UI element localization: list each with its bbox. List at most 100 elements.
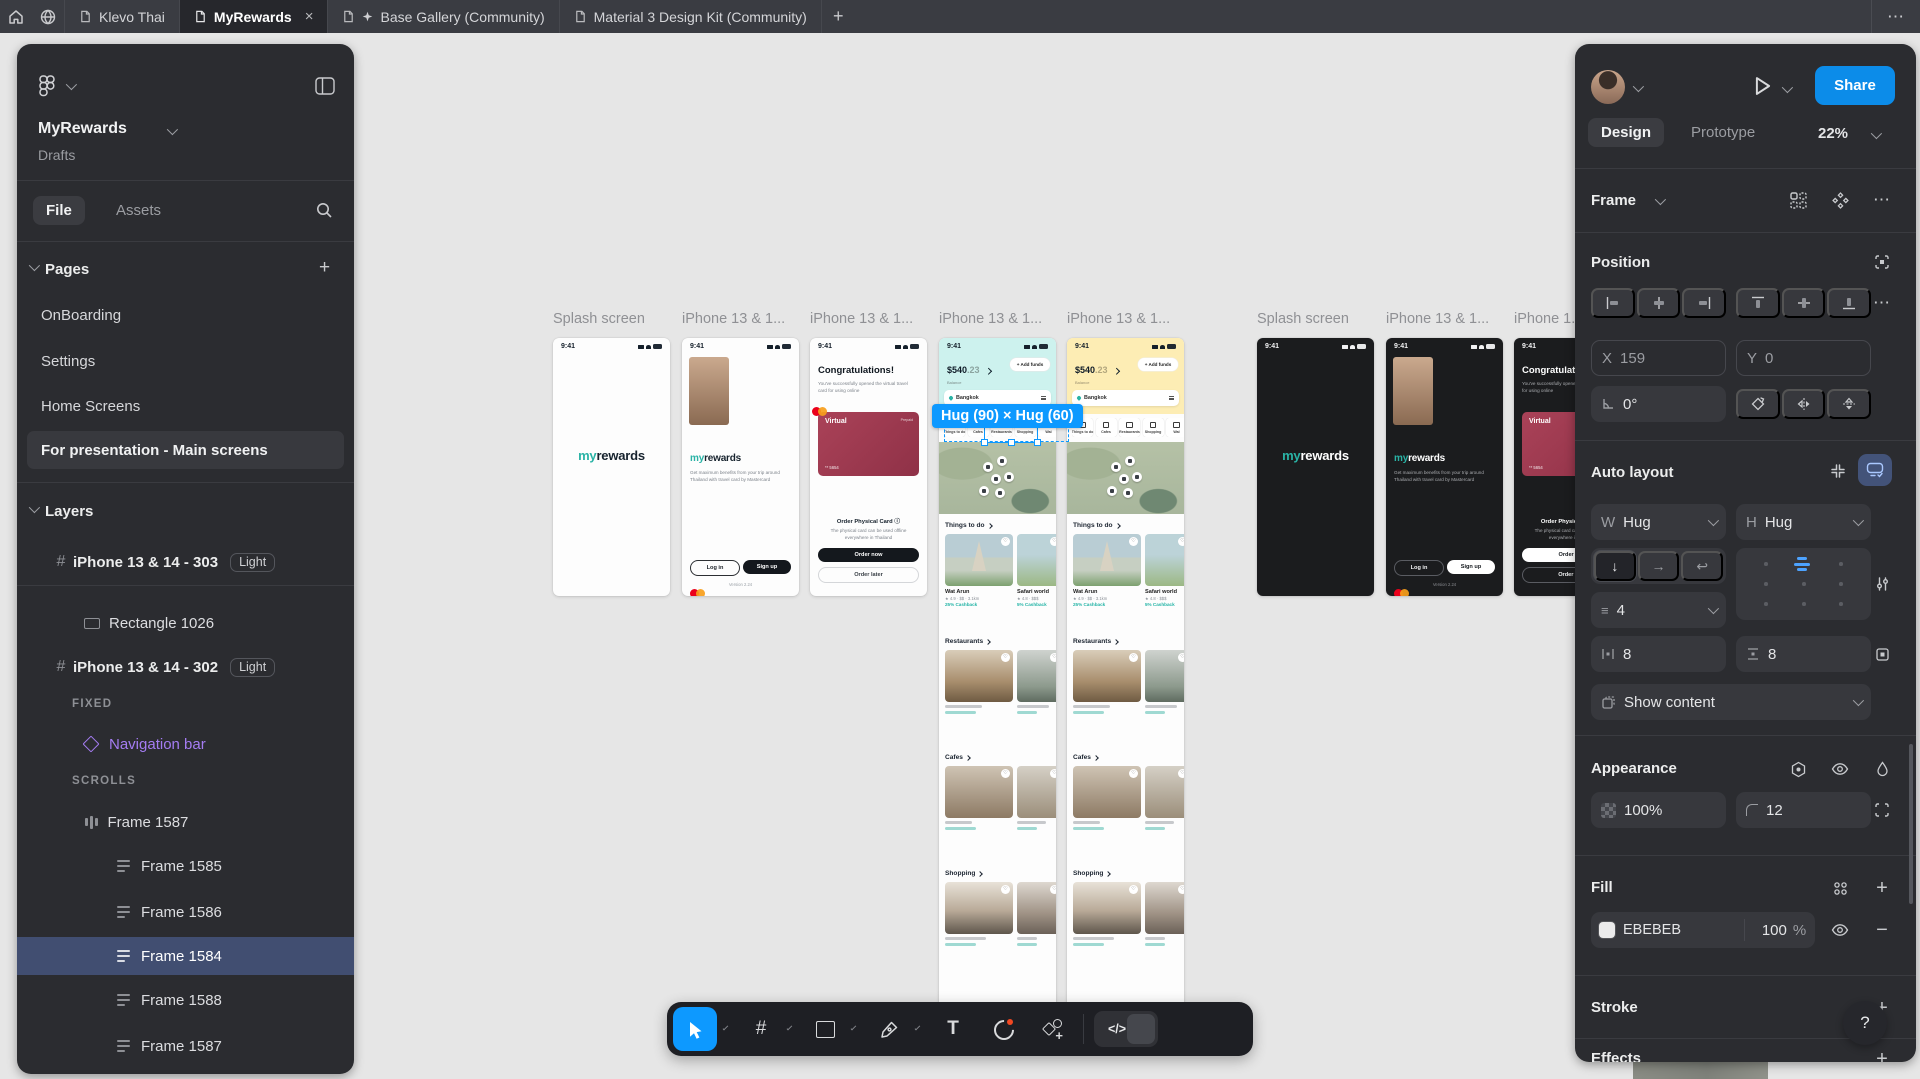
mode-badge[interactable]: Light [230, 553, 275, 572]
visibility-icon[interactable] [1825, 754, 1855, 784]
chip-shopping[interactable]: Shopping [1143, 418, 1164, 437]
flip-vertical-icon[interactable] [1827, 389, 1871, 419]
auto-layout-toggle[interactable] [1858, 454, 1892, 486]
page-item-home-screens[interactable]: Home Screens [17, 387, 354, 425]
selection-handle[interactable] [1008, 439, 1015, 446]
poi-card[interactable]: ♡ [1017, 882, 1056, 946]
chevron-down-icon[interactable] [29, 260, 40, 271]
favorite-icon[interactable]: ♡ [1050, 653, 1056, 662]
poi-card[interactable]: ♡ [1073, 882, 1141, 946]
poi-card[interactable]: ♡ Wat Arun ★ 4.9 · $$ · 3.1km 25% Cashba… [945, 534, 1013, 607]
selection-handle[interactable] [981, 439, 988, 446]
align-right-button[interactable] [1682, 288, 1726, 318]
canvas-frame-label[interactable]: Splash screen [553, 311, 665, 327]
layer-iphone-302[interactable]: # iPhone 13 & 14 - 302 Light [17, 648, 354, 686]
section-shopping[interactable]: Shopping [945, 870, 982, 877]
canvas-frame-label[interactable]: iPhone 13 & 1... [1067, 311, 1179, 327]
text-tool[interactable]: T [933, 1009, 973, 1049]
tab-base-gallery[interactable]: Base Gallery (Community) [327, 0, 558, 33]
actions-tool[interactable] [983, 1009, 1023, 1049]
vertical-padding-input[interactable]: 8 [1736, 636, 1871, 672]
favorite-icon[interactable]: ♡ [1050, 885, 1056, 894]
layer-frame-1588[interactable]: Frame 1588 [17, 981, 354, 1019]
canvas-frame-label[interactable]: iPhone 13 & 1... [939, 311, 1051, 327]
order-later-button[interactable]: Order later [818, 567, 919, 583]
align-left-button[interactable] [1591, 288, 1635, 318]
layer-frame-1587-b[interactable]: Frame 1587 [17, 1027, 354, 1065]
tab-prototype[interactable]: Prototype [1678, 118, 1768, 147]
favorite-icon[interactable]: ♡ [1050, 537, 1056, 546]
favorite-icon[interactable]: ♡ [1129, 653, 1138, 662]
chevron-down-icon[interactable] [167, 124, 178, 135]
chevron-down-icon[interactable] [1871, 128, 1882, 139]
mockup-home-yellow[interactable]: 9:41 $540.23 Balance + Add funds Bangkok… [1067, 338, 1184, 1026]
selection-handle[interactable] [1034, 439, 1041, 446]
move-tool[interactable] [673, 1007, 717, 1051]
alignment-pad[interactable] [1736, 548, 1871, 620]
poi-card[interactable]: ♡ [945, 650, 1013, 714]
y-position-input[interactable]: Y0 [1736, 340, 1871, 376]
avatar[interactable] [1591, 70, 1625, 104]
favorite-icon[interactable]: ♡ [1178, 885, 1184, 894]
signup-button[interactable]: Sign up [743, 560, 791, 574]
section-shopping[interactable]: Shopping [1073, 870, 1110, 877]
home-button[interactable] [1, 0, 31, 33]
close-icon[interactable]: × [305, 9, 314, 24]
clip-content-dropdown[interactable]: Show content [1591, 684, 1871, 720]
tab-assets[interactable]: Assets [103, 196, 174, 225]
tab-file[interactable]: File [33, 196, 85, 225]
favorite-icon[interactable]: ♡ [1178, 537, 1184, 546]
tab-myrewards[interactable]: MyRewards × [179, 0, 328, 33]
favorite-icon[interactable]: ♡ [1129, 769, 1138, 778]
apply-styles-icon[interactable] [1783, 754, 1813, 784]
section-things-to-do[interactable]: Things to do [945, 522, 992, 529]
mockup-onboarding-dark[interactable]: 9:41 myrewards Get maximum benefits from… [1386, 338, 1503, 596]
independent-corners-icon[interactable] [1867, 795, 1897, 825]
order-now-button[interactable]: Order now [818, 548, 919, 562]
favorite-icon[interactable]: ♡ [1178, 653, 1184, 662]
poi-card[interactable]: ♡ [1145, 882, 1184, 946]
present-button[interactable] [1747, 74, 1779, 98]
poi-card[interactable]: ♡ [1017, 650, 1056, 714]
advanced-layout-icon[interactable] [1867, 569, 1897, 599]
poi-card[interactable]: ♡ [1017, 766, 1056, 830]
chip-cafes[interactable]: Cafes [1096, 418, 1117, 437]
poi-card[interactable]: ♡ [945, 766, 1013, 830]
poi-card[interactable]: ♡ Safari world ★ 4.8 · $$$ 5% Cashback [1017, 534, 1056, 607]
shape-tool-menu[interactable] [845, 1009, 859, 1049]
chevron-down-icon[interactable] [29, 502, 40, 513]
poi-card[interactable]: ♡ Wat Arun ★ 4.9 · $$ · 3.1km 25% Cashba… [1073, 534, 1141, 607]
resources-tool[interactable]: + [1033, 1009, 1073, 1049]
section-cafes[interactable]: Cafes [1073, 754, 1098, 761]
layer-iphone-303[interactable]: # iPhone 13 & 14 - 303 Light [17, 543, 354, 581]
align-top-button[interactable] [1736, 288, 1780, 318]
layer-navigation-bar[interactable]: Navigation bar [17, 725, 354, 763]
fill-hex-value[interactable]: EBEBEB [1623, 922, 1681, 938]
more-options-icon[interactable]: ⋯ [1867, 185, 1897, 215]
layer-rectangle-1026[interactable]: Rectangle 1026 [17, 604, 354, 642]
file-name[interactable]: MyRewards [38, 120, 127, 138]
mode-badge[interactable]: Light [230, 658, 275, 677]
height-sizing-dropdown[interactable]: HHug [1736, 504, 1871, 540]
opacity-input[interactable]: 100% [1591, 792, 1726, 828]
breadcrumb-folder[interactable]: Drafts [38, 147, 75, 163]
add-funds-button[interactable]: + Add funds [1010, 358, 1050, 371]
dev-mode-toggle[interactable]: </> [1094, 1011, 1158, 1047]
align-horizontal-center-button[interactable] [1637, 288, 1681, 318]
canvas-frame-label[interactable]: iPhone 13 & 1... [1386, 311, 1498, 327]
tab-design[interactable]: Design [1588, 118, 1664, 147]
page-item-onboarding[interactable]: OnBoarding [17, 296, 354, 334]
section-cafes[interactable]: Cafes [945, 754, 970, 761]
layer-frame-1587[interactable]: Frame 1587 [17, 803, 354, 841]
mockup-splash-dark[interactable]: 9:41 myrewards [1257, 338, 1374, 596]
selection-type[interactable]: Frame [1591, 192, 1636, 209]
layer-frame-1586[interactable]: Frame 1586 [17, 893, 354, 931]
signup-button[interactable]: Sign up [1447, 560, 1495, 574]
poi-card[interactable]: ♡ [1145, 766, 1184, 830]
rotate-icon[interactable] [1736, 389, 1780, 419]
favorite-icon[interactable]: ♡ [1178, 769, 1184, 778]
panel-scrollbar[interactable] [1909, 744, 1913, 904]
layer-frame-1585[interactable]: Frame 1585 [17, 847, 354, 885]
rotation-input[interactable]: 0° [1591, 386, 1726, 422]
favorite-icon[interactable]: ♡ [1001, 537, 1010, 546]
